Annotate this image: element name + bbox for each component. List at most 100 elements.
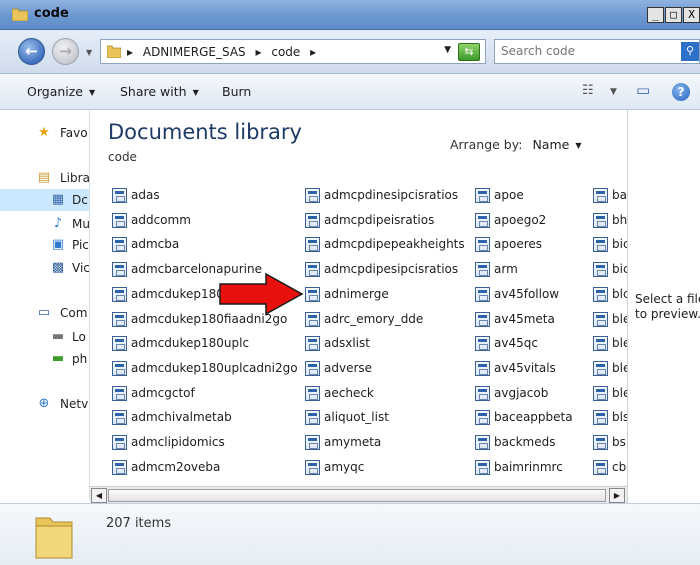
sas-file-icon [593,336,608,351]
sas-file-icon [112,287,127,302]
breadcrumb-item-code[interactable]: code [271,45,300,59]
sas-file-icon [305,460,320,475]
file-name: backmeds [494,435,556,449]
refresh-button[interactable]: ⇆ [458,43,480,61]
nav-item-documents[interactable]: ▦ Dc [0,189,89,211]
sas-file-icon [305,213,320,228]
history-dropdown-icon[interactable]: ▼ [86,48,92,57]
file-name: blc [612,287,627,301]
videos-icon: ▩ [51,260,65,275]
address-dropdown-icon[interactable]: ▼ [444,45,451,55]
organize-button[interactable]: Organize ▼ [27,84,95,99]
nav-item-local-disk[interactable]: ▬ Lo [0,326,89,348]
sas-file-icon [305,312,320,327]
breadcrumb-separator[interactable]: ▸ [310,45,316,59]
horizontal-scrollbar[interactable]: ◀ ▶ [90,486,627,503]
sas-file-icon [593,213,608,228]
library-subtitle: code [108,150,137,164]
sas-file-icon [305,435,320,450]
share-with-button[interactable]: Share with ▼ [120,84,199,99]
sas-file-icon [475,312,490,327]
view-dropdown-icon[interactable]: ▼ [610,87,617,97]
chevron-down-icon: ▼ [575,141,582,150]
search-box[interactable]: ⚲ [494,39,700,64]
file-name: admcdukep180uplcadni2go [131,361,298,375]
file-name: apoeres [494,237,542,251]
sas-file-icon [593,361,608,376]
breadcrumb-separator[interactable]: ▸ [255,45,261,59]
nav-item-label: Mu [72,217,90,231]
file-name: cb [612,460,627,474]
library-title: Documents library [108,120,302,144]
scroll-right-button[interactable]: ▶ [609,488,625,503]
file-name: admcpdipeisratios [324,213,435,227]
sas-file-icon [305,361,320,376]
preview-pane-icon[interactable]: ▭ [636,81,650,99]
address-bar[interactable]: ▸ ADNIMERGE_SAS ▸ code ▸ ▼ ⇆ [100,39,486,64]
file-name: admcdukep180f [131,287,229,301]
nav-item-label: Dc [72,193,88,207]
folder-icon [35,517,73,559]
forward-button[interactable]: → [52,38,79,65]
file-name: admcpdinesipcisratios [324,188,459,202]
close-button[interactable]: X [683,7,700,23]
nav-item-network-drive[interactable]: ▬ ph [0,348,89,370]
chevron-left-icon: ◀ [95,491,103,500]
scroll-left-button[interactable]: ◀ [91,488,107,503]
window-title: code [34,6,69,21]
burn-button[interactable]: Burn [222,84,251,99]
documents-icon: ▦ [51,192,65,207]
sas-file-icon [593,237,608,252]
search-input[interactable] [501,44,671,58]
nav-item-label: Netv [60,397,89,411]
sas-file-icon [112,410,127,425]
arrange-by-dropdown[interactable]: Name ▼ [532,137,581,152]
file-name: adas [131,188,160,202]
change-view-icon[interactable]: ☷ [582,83,594,98]
file-name: ble [612,336,627,350]
nav-item-network[interactable]: ⊕ Netv [0,393,89,415]
file-name: apoego2 [494,213,547,227]
breadcrumb-separator: ▸ [127,45,134,59]
nav-item-pictures[interactable]: ▣ Pic [0,234,89,256]
sas-file-icon [475,188,490,203]
sas-file-icon [305,188,320,203]
maximize-button[interactable]: □ [665,7,682,23]
arrange-by-label: Arrange by: [450,137,523,152]
nav-item-music[interactable]: ♪ Mu [0,213,90,235]
help-icon: ? [677,85,685,99]
file-name: baimrinmrc [494,460,563,474]
sas-file-icon [112,188,127,203]
nav-item-label: Vic [72,261,90,275]
file-name: adsxlist [324,336,370,350]
breadcrumb-item-adnimerge-sas[interactable]: ADNIMERGE_SAS [143,45,246,59]
preview-message-line: to preview. [635,307,700,321]
file-name: bls [612,410,627,424]
details-pane: 207 items [0,503,700,565]
back-arrow-icon: ← [25,42,38,60]
sas-file-icon [593,262,608,277]
organize-label: Organize [27,84,83,99]
back-button[interactable]: ← [18,38,45,65]
minimize-button[interactable]: _ [647,7,664,23]
pictures-icon: ▣ [51,237,65,252]
network-drive-icon: ▬ [51,351,65,366]
share-with-label: Share with [120,84,187,99]
chevron-down-icon: ▼ [192,88,199,97]
sas-file-icon [112,386,127,401]
nav-item-favorites[interactable]: ★ Favo [0,122,89,144]
sas-file-icon [305,386,320,401]
sas-file-icon [305,336,320,351]
network-icon: ⊕ [38,396,50,411]
item-count: 207 items [106,516,172,531]
nav-item-computer[interactable]: ▭ Com [0,302,89,324]
folder-icon [12,8,28,21]
help-button[interactable]: ? [672,83,690,101]
search-icon[interactable]: ⚲ [681,42,699,61]
arrange-by-value: Name [532,137,570,152]
nav-item-libraries[interactable]: ▤ Libra [0,167,89,189]
command-bar: Organize ▼ Share with ▼ Burn ☷ ▼ ▭ ? [0,74,700,110]
nav-item-videos[interactable]: ▩ Vic [0,257,90,279]
file-name: adverse [324,361,373,375]
scrollbar-thumb[interactable] [108,489,606,502]
